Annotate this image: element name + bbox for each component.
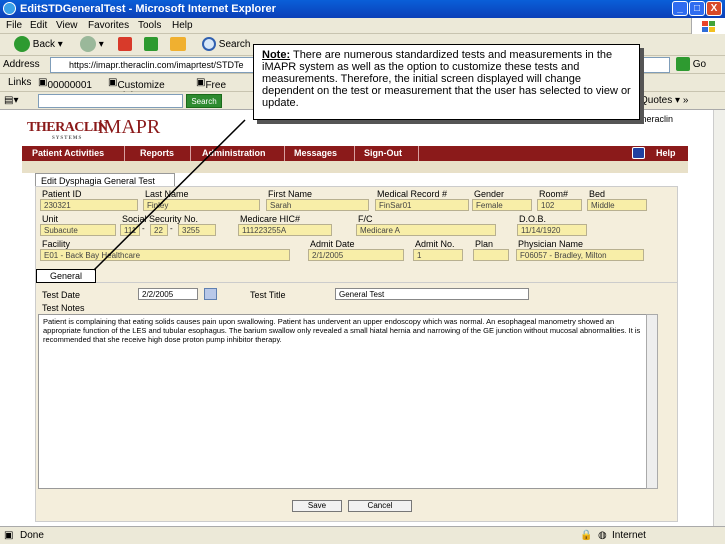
note-callout: Note: There are numerous standardized te… [253, 44, 640, 120]
callout-text: There are numerous standardized tests an… [262, 49, 631, 109]
callout-heading: Note: [262, 49, 291, 61]
